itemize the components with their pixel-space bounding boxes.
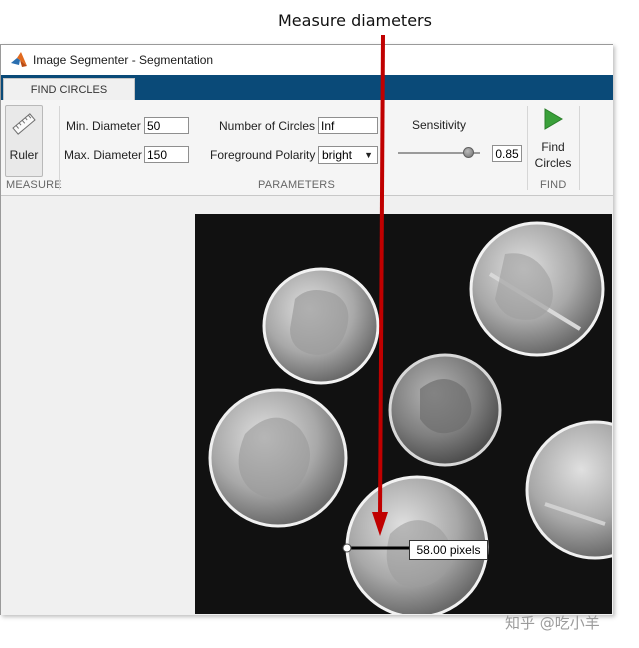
annotation-arrow: [372, 34, 388, 536]
watermark-text: 知乎 @吃小羊: [505, 614, 600, 632]
